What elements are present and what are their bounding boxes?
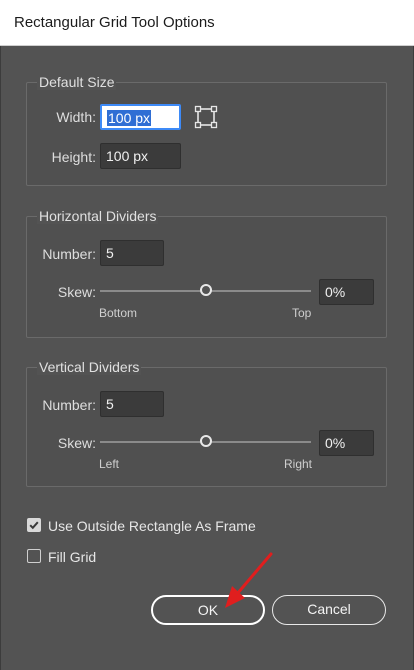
cancel-button[interactable]: Cancel [272,595,386,625]
v-skew-right-caption: Right [284,457,313,471]
horizontal-dividers-group: Horizontal Dividers [26,208,387,338]
group-label-vertical-dividers: Vertical Dividers [37,359,142,375]
reference-point-icon[interactable] [193,104,219,130]
width-label: Width: [56,109,96,125]
v-skew-input[interactable]: 0% [319,430,374,456]
v-number-input[interactable]: 5 [100,391,164,417]
width-input[interactable]: 100 px [100,104,181,130]
width-value: 100 px [107,110,152,126]
use-outside-label[interactable]: Use Outside Rectangle As Frame [48,518,256,534]
default-size-group: Default Size [26,74,387,186]
h-skew-label: Skew: [57,284,96,300]
v-skew-knob[interactable] [200,435,212,447]
h-number-input[interactable]: 5 [100,240,164,266]
use-outside-checkbox[interactable] [27,518,41,532]
v-skew-label: Skew: [57,435,96,451]
fill-grid-label[interactable]: Fill Grid [48,549,96,565]
dialog-body: Default Size Width: 100 px Height: 100 p… [0,46,414,670]
title-bar: Rectangular Grid Tool Options [0,0,414,46]
height-input[interactable]: 100 px [100,143,181,169]
height-label: Height: [51,149,96,165]
h-skew-left-caption: Bottom [99,306,138,320]
group-label-default-size: Default Size [37,74,117,90]
ok-button[interactable]: OK [151,595,265,625]
vertical-dividers-group: Vertical Dividers [26,359,387,487]
h-skew-knob[interactable] [200,284,212,296]
h-skew-input[interactable]: 0% [319,279,374,305]
group-label-horizontal-dividers: Horizontal Dividers [37,208,159,224]
v-number-label: Number: [42,397,96,413]
h-number-label: Number: [42,246,96,262]
fill-grid-checkbox[interactable] [27,549,41,563]
window-title: Rectangular Grid Tool Options [14,14,215,31]
h-skew-right-caption: Top [292,306,312,320]
v-skew-left-caption: Left [99,457,120,471]
